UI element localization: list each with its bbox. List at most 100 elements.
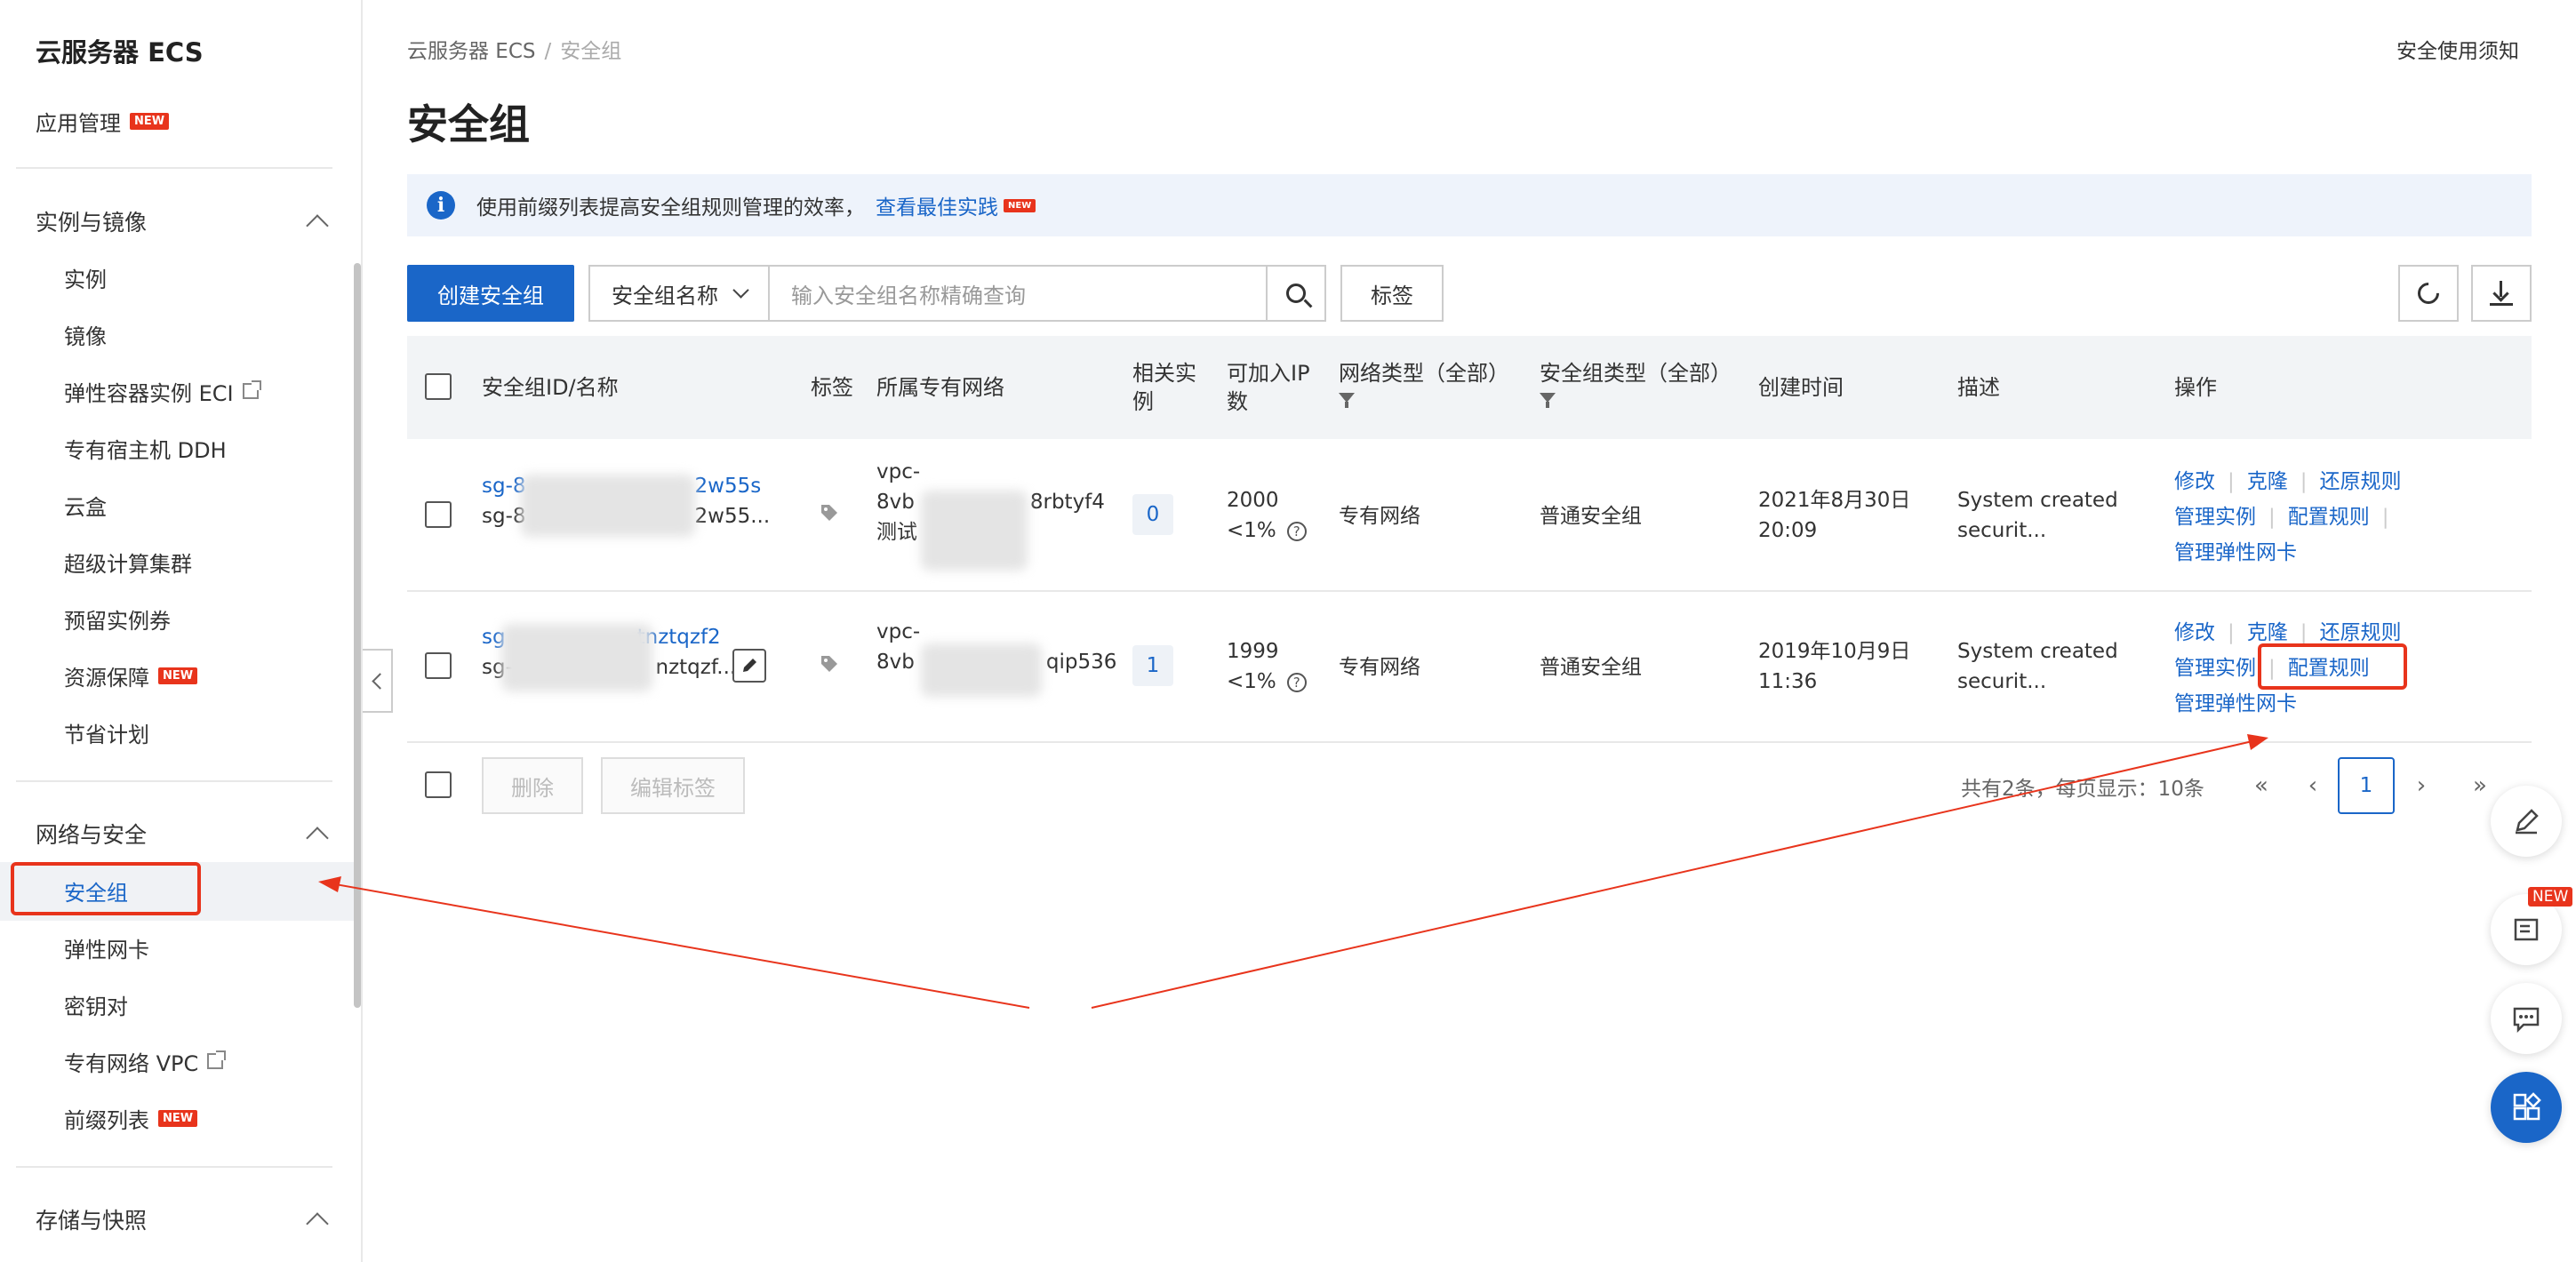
time: 11:36: [1758, 670, 1818, 693]
manage-eni-link[interactable]: 管理弹性网卡: [2174, 541, 2297, 564]
book-icon: [2514, 918, 2539, 941]
sidebar-group-storage[interactable]: 存储与快照: [36, 1198, 329, 1241]
related-instances-count[interactable]: 0: [1132, 494, 1173, 535]
sidebar-item-keypair[interactable]: 密钥对: [64, 983, 128, 1026]
chevron-up-icon: [306, 214, 329, 237]
sidebar-item-prefix-list[interactable]: 前缀列表 NEW: [64, 1097, 198, 1139]
refresh-button[interactable]: [2398, 265, 2459, 322]
filter-icon[interactable]: [1540, 391, 1556, 409]
select-all-checkbox[interactable]: [425, 373, 452, 400]
divider: [16, 1166, 332, 1168]
sidebar-item-resource-assurance[interactable]: 资源保障 NEW: [64, 654, 198, 697]
sidebar-item-label: 弹性容器实例 ECI: [64, 380, 234, 406]
new-badge: NEW: [158, 1109, 198, 1127]
tag-icon[interactable]: [820, 654, 839, 674]
row-checkbox[interactable]: [425, 501, 452, 528]
next-page-button[interactable]: ›: [2402, 757, 2441, 814]
best-practice-link[interactable]: 查看最佳实践: [876, 190, 998, 220]
sidebar-item-cloudbox[interactable]: 云盒: [64, 483, 107, 526]
restore-rules-link[interactable]: 还原规则: [2320, 621, 2402, 644]
pencil-icon: [2516, 809, 2539, 835]
download-button[interactable]: [2471, 265, 2532, 322]
sidebar-item-instance[interactable]: 实例: [64, 256, 107, 299]
sidebar-item-eni[interactable]: 弹性网卡: [64, 926, 149, 969]
sidebar-item-label: 前缀列表: [64, 1107, 149, 1133]
sidebar-item-image[interactable]: 镜像: [64, 313, 107, 355]
related-instances-count[interactable]: 1: [1132, 645, 1173, 686]
security-notice-link[interactable]: 安全使用须知: [2396, 34, 2519, 64]
network-type: 专有网络: [1339, 505, 1420, 528]
sidebar-scrollbar[interactable]: [354, 263, 361, 1008]
delete-button[interactable]: 删除: [482, 757, 583, 814]
breadcrumb-root[interactable]: 云服务器 ECS: [407, 40, 536, 63]
header-network-type[interactable]: 网络类型（全部）: [1339, 359, 1509, 416]
current-page[interactable]: 1: [2338, 757, 2395, 814]
header-sg-type[interactable]: 安全组类型（全部）: [1540, 359, 1732, 416]
restore-rules-link[interactable]: 还原规则: [2320, 470, 2402, 493]
clone-link[interactable]: 克隆: [2247, 621, 2288, 644]
header-desc: 描述: [1957, 375, 2000, 400]
chevron-down-icon: [732, 281, 749, 299]
search-input[interactable]: 输入安全组名称精确查询: [770, 265, 1268, 322]
sidebar-title: 云服务器 ECS: [36, 37, 204, 68]
header-ops: 操作: [2174, 375, 2217, 400]
table-row: sg-8 2w55s sg-8 2w55... vpc- 8vb 8rbtyf4 测试 0…: [407, 439, 2532, 592]
annotation-highlight-sidebar: [11, 862, 201, 915]
pencil-icon: [743, 659, 756, 672]
sidebar-group-instances[interactable]: 实例与镜像: [36, 200, 329, 243]
row-checkbox[interactable]: [425, 652, 452, 679]
filter-icon[interactable]: [1339, 391, 1355, 409]
sidebar-item-label: 节省计划: [64, 722, 149, 747]
sidebar-item-ddh[interactable]: 专有宿主机 DDH: [64, 427, 227, 469]
manage-instances-link[interactable]: 管理实例: [2174, 506, 2256, 529]
manage-instances-link[interactable]: 管理实例: [2174, 657, 2256, 680]
manage-eni-link[interactable]: 管理弹性网卡: [2174, 692, 2297, 715]
sidebar-item-reserved[interactable]: 预留实例券: [64, 597, 171, 640]
ip-pct: <1%: [1227, 519, 1276, 542]
page-title: 安全组: [407, 100, 530, 148]
sidebar-group-network[interactable]: 网络与安全: [36, 812, 329, 855]
sidebar-item-label: 实例: [64, 267, 107, 292]
modify-link[interactable]: 修改: [2174, 621, 2215, 644]
sidebar-item-label: 专有网络 VPC: [64, 1050, 199, 1076]
float-chat-button[interactable]: [2491, 983, 2562, 1054]
external-link-icon: [242, 380, 261, 399]
float-apps-button[interactable]: [2491, 1072, 2562, 1143]
new-badge: NEW: [158, 667, 198, 684]
sidebar-collapse-button[interactable]: [363, 649, 393, 713]
sg-type: 普通安全组: [1540, 656, 1642, 679]
sidebar-item-eci[interactable]: 弹性容器实例 ECI: [64, 370, 261, 412]
breadcrumb-current: 安全组: [560, 40, 622, 63]
search-button[interactable]: [1268, 265, 1326, 322]
first-page-button[interactable]: «: [2242, 757, 2281, 814]
sidebar-item-savings-plan[interactable]: 节省计划: [64, 711, 149, 754]
tag-filter-button[interactable]: 标签: [1340, 265, 1444, 322]
modify-link[interactable]: 修改: [2174, 470, 2215, 493]
header-line: 例: [1132, 389, 1154, 414]
created-time: 2021年8月30日 20:09: [1758, 485, 1910, 546]
sidebar-item-label: 预留实例券: [64, 608, 171, 634]
vpc-line: 8vb: [876, 651, 915, 674]
tag-icon[interactable]: [820, 503, 839, 523]
sidebar-item-scc[interactable]: 超级计算集群: [64, 540, 192, 583]
help-icon[interactable]: ?: [1286, 672, 1307, 692]
sidebar-item-label: 资源保障: [64, 665, 149, 691]
new-badge: NEW: [1004, 198, 1036, 212]
prev-page-button[interactable]: ‹: [2293, 757, 2332, 814]
sidebar-item-label: 应用管理: [36, 110, 121, 136]
float-edit-button[interactable]: [2491, 786, 2562, 857]
search-field-select[interactable]: 安全组名称: [588, 265, 770, 322]
header-line: 安全组类型（全部）: [1540, 361, 1732, 386]
configure-rules-link[interactable]: 配置规则: [2288, 506, 2370, 529]
footer-select-all-checkbox[interactable]: [425, 771, 452, 798]
clone-link[interactable]: 克隆: [2247, 470, 2288, 493]
edit-tags-button[interactable]: 编辑标签: [601, 757, 745, 814]
info-notice: i 使用前缀列表提高安全组规则管理的效率， 查看最佳实践 NEW: [407, 174, 2532, 236]
create-security-group-button[interactable]: 创建安全组: [407, 265, 574, 322]
vpc-line: vpc-: [876, 620, 921, 643]
sidebar-item-vpc[interactable]: 专有网络 VPC: [64, 1040, 227, 1082]
edit-name-button[interactable]: [732, 649, 766, 683]
sidebar-item-app-mgmt[interactable]: 应用管理 NEW: [36, 100, 170, 142]
help-icon[interactable]: ?: [1286, 521, 1307, 541]
header-line: 相关实: [1132, 361, 1196, 386]
